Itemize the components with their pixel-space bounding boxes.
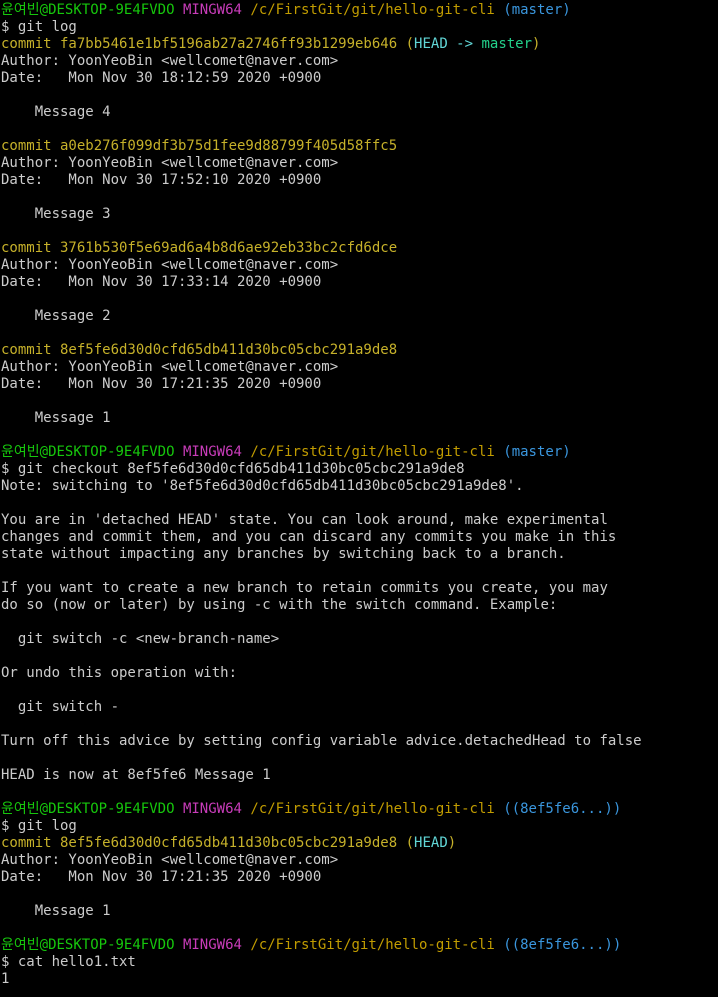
commit-hash-line: commit fa7bb5461e1bf5196ab27a2746ff93b12…: [1, 36, 718, 53]
prompt-user: 윤여빈: [1, 2, 40, 18]
commit-message: Message 4: [1, 104, 111, 120]
commit-date: Date: Mon Nov 30 17:52:10 2020 +0900: [1, 172, 322, 188]
output-line: If you want to create a new branch to re…: [1, 580, 608, 596]
output-line: Or undo this operation with:: [1, 665, 238, 681]
prompt-line: 윤여빈@DESKTOP-9E4FVDO MINGW64 /c/FirstGit/…: [1, 2, 718, 19]
output-line: changes and commit them, and you can dis…: [1, 529, 617, 545]
commit-hash: commit a0eb276f099df3b75d1fee9d88799f405…: [1, 138, 398, 154]
commit-hash: commit 8ef5fe6d30d0cfd65db411d30bc05cbc2…: [1, 342, 398, 358]
command-line: $ git log: [1, 19, 77, 35]
commit-author: Author: YoonYeoBin <wellcomet@naver.com>: [1, 257, 339, 273]
commit-author: Author: YoonYeoBin <wellcomet@naver.com>: [1, 359, 339, 375]
commit-message: Message 1: [1, 903, 111, 919]
output-line: HEAD is now at 8ef5fe6 Message 1: [1, 767, 271, 783]
prompt-user: 윤여빈: [1, 444, 40, 460]
command-line: $ git log: [1, 818, 77, 834]
prompt-path: /c/FirstGit/git/hello-git-cli: [250, 444, 495, 460]
commit-author: Author: YoonYeoBin <wellcomet@naver.com>: [1, 852, 339, 868]
prompt-host: @DESKTOP-9E4FVDO: [39, 444, 175, 460]
commit-hash: commit 3761b530f5e69ad6a4b8d6ae92eb33bc2…: [1, 240, 398, 256]
prompt-line: 윤여빈@DESKTOP-9E4FVDO MINGW64 /c/FirstGit/…: [1, 937, 718, 954]
prompt-user: 윤여빈: [1, 937, 40, 953]
prompt-shell: MINGW64: [182, 937, 242, 953]
output-line: git switch -c <new-branch-name>: [1, 631, 280, 647]
output-line: do so (now or later) by using -c with th…: [1, 597, 558, 613]
commit-author: Author: YoonYeoBin <wellcomet@naver.com>: [1, 53, 339, 69]
prompt-branch: ((8ef5fe6...)): [503, 801, 622, 817]
prompt-branch: ((8ef5fe6...)): [503, 937, 622, 953]
prompt-host: @DESKTOP-9E4FVDO: [39, 937, 175, 953]
commit-hash: commit fa7bb5461e1bf5196ab27a2746ff93b12…: [1, 36, 398, 52]
prompt-path: /c/FirstGit/git/hello-git-cli: [250, 2, 495, 18]
prompt-shell: MINGW64: [182, 444, 242, 460]
ref-branch: master: [481, 36, 533, 52]
prompt-line: 윤여빈@DESKTOP-9E4FVDO MINGW64 /c/FirstGit/…: [1, 801, 718, 818]
ref-decoration-open: (: [405, 36, 415, 52]
prompt-path: /c/FirstGit/git/hello-git-cli: [250, 801, 495, 817]
prompt-path: /c/FirstGit/git/hello-git-cli: [250, 937, 495, 953]
terminal-output: 윤여빈@DESKTOP-9E4FVDO MINGW64 /c/FirstGit/…: [0, 0, 718, 988]
command-line: $ cat hello1.txt: [1, 954, 136, 970]
commit-author: Author: YoonYeoBin <wellcomet@naver.com>: [1, 155, 339, 171]
output-line: You are in 'detached HEAD' state. You ca…: [1, 512, 608, 528]
terminal-window[interactable]: 윤여빈@DESKTOP-9E4FVDO MINGW64 /c/FirstGit/…: [0, 0, 718, 997]
commit-message: Message 2: [1, 308, 111, 324]
commit-date: Date: Mon Nov 30 17:21:35 2020 +0900: [1, 869, 322, 885]
output-line: Note: switching to '8ef5fe6d30d0cfd65db4…: [1, 478, 524, 494]
ref-decoration-close: ): [532, 36, 541, 52]
prompt-line: 윤여빈@DESKTOP-9E4FVDO MINGW64 /c/FirstGit/…: [1, 444, 718, 461]
prompt-branch: (master): [503, 2, 571, 18]
output-line: 1: [1, 971, 10, 987]
commit-date: Date: Mon Nov 30 17:33:14 2020 +0900: [1, 274, 322, 290]
output-line: Turn off this advice by setting config v…: [1, 733, 642, 749]
commit-hash: commit 8ef5fe6d30d0cfd65db411d30bc05cbc2…: [1, 835, 398, 851]
output-line: state without impacting any branches by …: [1, 546, 566, 562]
commit-message: Message 1: [1, 410, 111, 426]
prompt-shell: MINGW64: [182, 801, 242, 817]
output-line: git switch -: [1, 699, 120, 715]
commit-message: Message 3: [1, 206, 111, 222]
commit-hash-line: commit 8ef5fe6d30d0cfd65db411d30bc05cbc2…: [1, 835, 718, 852]
ref-head: HEAD: [414, 835, 448, 851]
ref-decoration-close: ): [447, 835, 457, 851]
prompt-host: @DESKTOP-9E4FVDO: [39, 801, 175, 817]
ref-decoration-open: (: [405, 835, 415, 851]
ref-head: HEAD ->: [414, 36, 482, 52]
commit-date: Date: Mon Nov 30 17:21:35 2020 +0900: [1, 376, 322, 392]
commit-date: Date: Mon Nov 30 18:12:59 2020 +0900: [1, 70, 322, 86]
command-line: $ git checkout 8ef5fe6d30d0cfd65db411d30…: [1, 461, 465, 477]
prompt-shell: MINGW64: [182, 2, 242, 18]
prompt-user: 윤여빈: [1, 801, 40, 817]
prompt-host: @DESKTOP-9E4FVDO: [39, 2, 175, 18]
prompt-branch: (master): [503, 444, 571, 460]
